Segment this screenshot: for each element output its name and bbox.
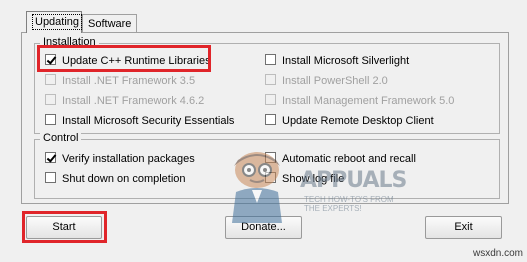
control-legend: Control <box>40 132 82 144</box>
update-cpp-runtime-checkbox[interactable] <box>45 54 56 65</box>
start-button[interactable]: Start <box>26 216 102 239</box>
install-wmf-label: Install Management Framework 5.0 <box>282 95 455 107</box>
install-net462-label: Install .NET Framework 4.6.2 <box>62 95 205 107</box>
install-silverlight-label: Install Microsoft Silverlight <box>282 55 410 67</box>
install-silverlight-checkbox[interactable] <box>265 54 276 65</box>
install-net35-checkbox <box>45 74 56 85</box>
shutdown-label: Shut down on completion <box>62 173 186 185</box>
site-label: wsxdn.com <box>472 248 523 259</box>
install-powershell-label: Install PowerShell 2.0 <box>282 75 388 87</box>
update-rdc-label: Update Remote Desktop Client <box>282 115 434 127</box>
verify-packages-label: Verify installation packages <box>62 153 195 165</box>
appuals-watermark: APPUALS TECH HOW-TO'S FROM THE EXPERTS! <box>212 148 407 223</box>
watermark-brand: APPUALS <box>300 168 407 193</box>
installation-legend: Installation <box>40 36 99 48</box>
install-mse-label: Install Microsoft Security Essentials <box>62 115 235 127</box>
install-mse-checkbox[interactable] <box>45 114 56 125</box>
watermark-tagline-line2: THE EXPERTS! <box>304 204 362 213</box>
install-net35-label: Install .NET Framework 3.5 <box>62 75 196 87</box>
tab-software[interactable]: Software <box>82 14 137 32</box>
watermark-tagline: TECH HOW-TO'S FROM THE EXPERTS! <box>304 195 394 213</box>
verify-packages-checkbox[interactable] <box>45 152 56 163</box>
exit-button[interactable]: Exit <box>425 216 502 239</box>
shutdown-checkbox[interactable] <box>45 172 56 183</box>
install-powershell-checkbox <box>265 74 276 85</box>
tab-updating[interactable]: Updating <box>26 11 83 33</box>
installation-group: Installation Update C++ Runtime Librarie… <box>34 36 500 134</box>
update-rdc-checkbox[interactable] <box>265 114 276 125</box>
watermark-tagline-line1: TECH HOW-TO'S FROM <box>304 195 394 204</box>
update-cpp-runtime-label: Update C++ Runtime Libraries <box>62 55 211 67</box>
tab-software-label: Software <box>88 18 132 30</box>
install-net462-checkbox <box>45 94 56 105</box>
install-wmf-checkbox <box>265 94 276 105</box>
update-window: Updating Software Installation Update C+… <box>0 0 527 262</box>
tab-updating-label: Updating <box>32 14 83 30</box>
mascot-icon <box>232 152 282 223</box>
